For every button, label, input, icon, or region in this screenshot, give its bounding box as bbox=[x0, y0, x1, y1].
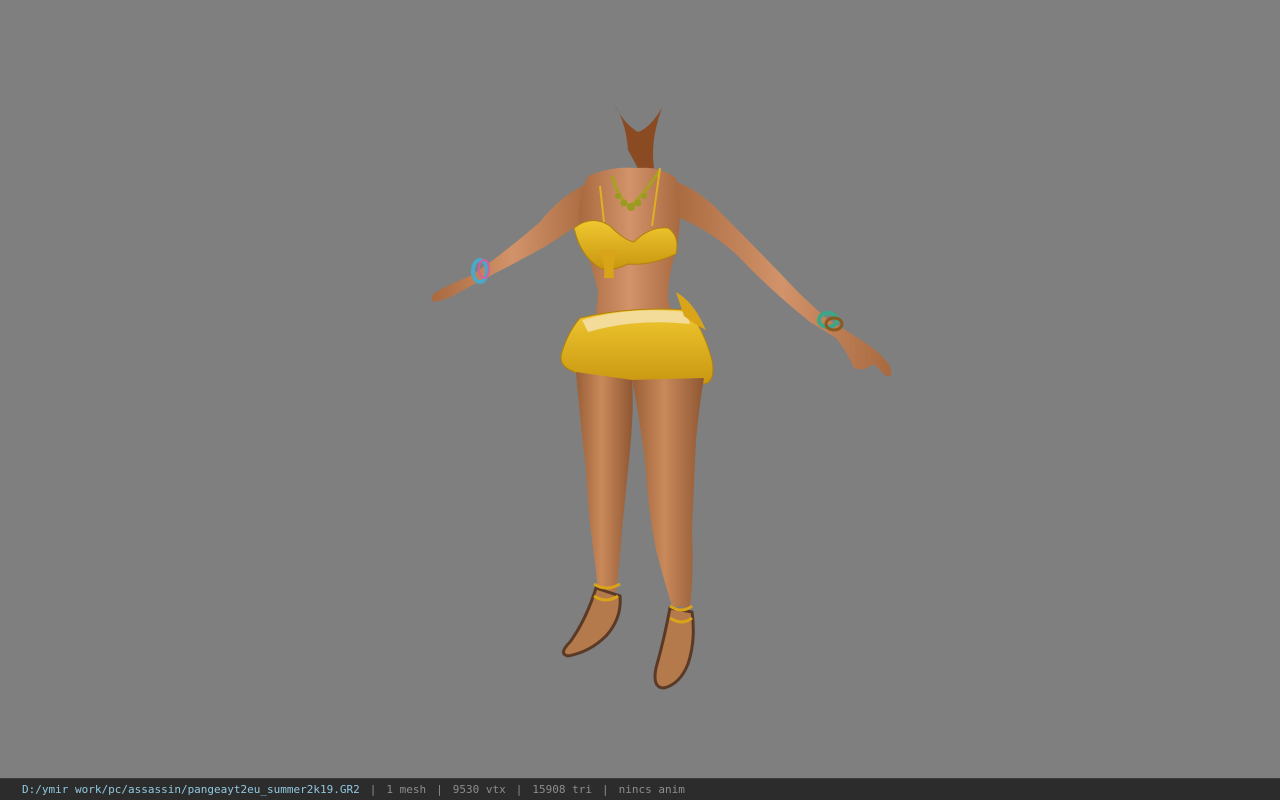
file-path-label: D:/ymir work/pc/assassin/pangeayt2eu_sum… bbox=[22, 783, 360, 796]
animation-status-label: nincs anim bbox=[618, 783, 685, 796]
model-left-leg bbox=[576, 372, 633, 592]
status-separator: | bbox=[369, 783, 377, 796]
mesh-count-label: 1 mesh bbox=[386, 783, 427, 796]
triangle-count-label: 15908 tri bbox=[532, 783, 592, 796]
model-neck bbox=[614, 104, 662, 172]
character-model bbox=[431, 104, 892, 690]
3d-viewport[interactable] bbox=[0, 0, 1280, 778]
status-bar: D:/ymir work/pc/assassin/pangeayt2eu_sum… bbox=[0, 778, 1280, 800]
model-right-leg bbox=[632, 378, 704, 608]
status-separator: | bbox=[515, 783, 523, 796]
model-left-arm bbox=[431, 182, 592, 302]
vertex-count-label: 9530 vtx bbox=[452, 783, 506, 796]
status-separator: | bbox=[601, 783, 609, 796]
status-separator: | bbox=[436, 783, 443, 796]
